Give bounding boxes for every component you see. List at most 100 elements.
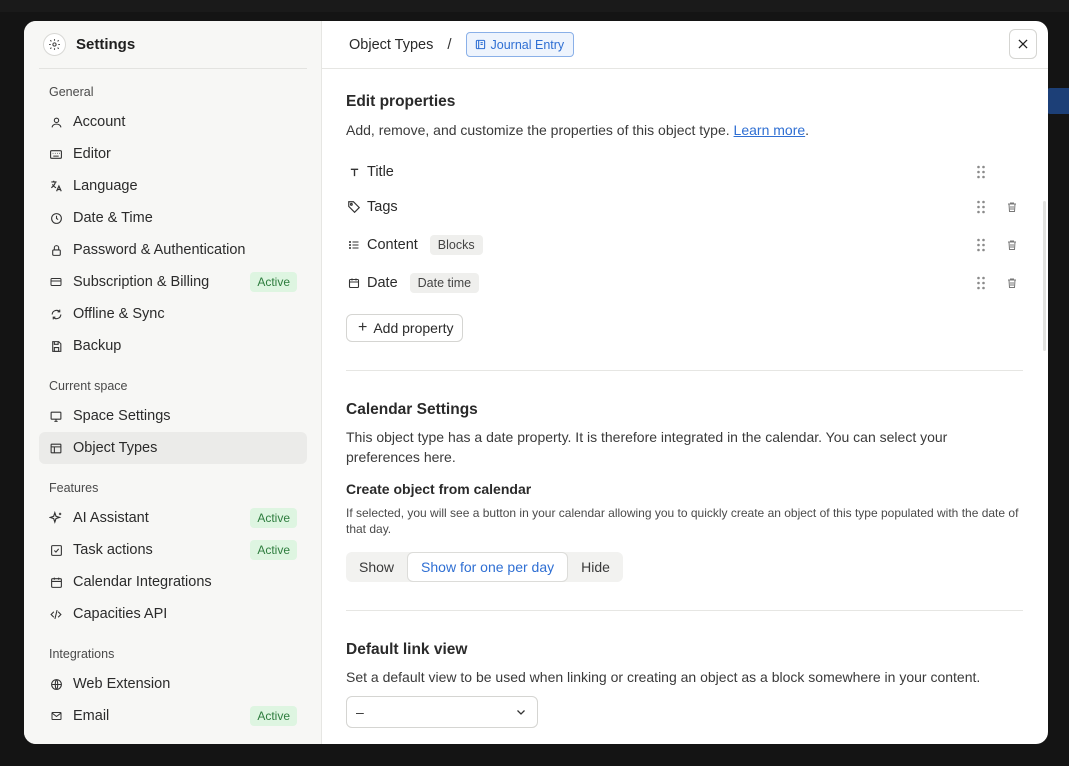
trash-icon[interactable] [1006, 201, 1018, 214]
list-icon [346, 239, 362, 251]
option-show[interactable]: Show [346, 552, 407, 582]
sidebar-item-date-time[interactable]: Date & Time [39, 202, 307, 234]
property-name: Tags [367, 199, 398, 215]
sidebar-item-label: Object Types [73, 440, 158, 456]
add-property-label: Add property [373, 320, 454, 336]
sidebar-item-label: Account [73, 114, 126, 130]
property-name: Date [367, 275, 398, 291]
sidebar-item-ai-assistant[interactable]: AI Assistant Active [39, 502, 307, 534]
status-badge: Active [250, 706, 297, 726]
code-icon [49, 607, 63, 621]
sidebar-item-editor[interactable]: Editor [39, 138, 307, 170]
sidebar-item-calendar-integrations[interactable]: Calendar Integrations [39, 566, 307, 598]
calendar-settings-description: This object type has a date property. It… [346, 429, 948, 465]
sidebar-item-task-actions[interactable]: Task actions Active [39, 534, 307, 566]
sidebar-item-email[interactable]: Email Active [39, 700, 307, 732]
sidebar-item-backup[interactable]: Backup [39, 330, 307, 362]
tag-icon [346, 200, 362, 214]
sidebar-item-language[interactable]: Language [39, 170, 307, 202]
sidebar-item-label: Email [73, 708, 110, 724]
breadcrumb-separator: / [447, 36, 452, 53]
sidebar-item-label: Space Settings [73, 408, 171, 424]
create-from-calendar-title: Create object from calendar [346, 481, 532, 497]
option-show-one-per-day[interactable]: Show for one per day [407, 552, 569, 582]
calendar-icon [346, 277, 362, 289]
create-from-calendar-description: If selected, you will see a button in yo… [346, 506, 1019, 536]
trash-icon[interactable] [1006, 277, 1018, 290]
calendar-display-selector: Show Show for one per day Hide [346, 552, 623, 582]
property-row-title[interactable]: Title [346, 156, 1023, 188]
sidebar-item-offline[interactable]: Offline & Sync [39, 298, 307, 330]
journal-icon [475, 39, 486, 50]
sync-icon [49, 307, 63, 321]
learn-more-link[interactable]: Learn more [734, 122, 806, 138]
sidebar-item-password[interactable]: Password & Authentication [39, 234, 307, 266]
select-value: – [356, 704, 364, 720]
property-row-content[interactable]: Content Blocks [346, 226, 1023, 264]
property-row-tags[interactable]: Tags [346, 188, 1023, 226]
background-topbar [0, 0, 1069, 12]
sidebar-item-label: Offline & Sync [73, 306, 165, 322]
section-general: General [49, 85, 94, 99]
monitor-icon [49, 409, 63, 423]
sidebar-item-object-types[interactable]: Object Types [39, 432, 307, 464]
sidebar-item-label: Subscription & Billing [73, 274, 210, 290]
plus-icon: + [358, 319, 368, 336]
close-icon [1016, 37, 1030, 51]
default-link-view-description: Set a default view to be used when linki… [346, 669, 981, 685]
lock-icon [49, 243, 63, 257]
settings-gear-icon [43, 33, 66, 56]
sidebar-item-label: Task actions [73, 542, 153, 558]
breadcrumb-object-types[interactable]: Object Types [349, 37, 433, 53]
add-property-button[interactable]: + Add property [346, 314, 463, 342]
drag-handle-icon[interactable] [976, 276, 986, 290]
property-type-tag: Date time [409, 273, 480, 293]
sidebar-item-capacities-api[interactable]: Capacities API [39, 598, 307, 630]
option-hide[interactable]: Hide [568, 552, 623, 582]
save-icon [49, 339, 63, 353]
section-current-space: Current space [49, 379, 128, 393]
property-type-tag: Blocks [429, 235, 483, 255]
user-icon [49, 115, 63, 129]
drag-handle-icon[interactable] [976, 238, 986, 252]
sidebar-item-subscription[interactable]: Subscription & Billing Active [39, 266, 307, 298]
sidebar-item-label: Password & Authentication [73, 242, 246, 258]
sidebar-item-label: Web Extension [73, 676, 171, 692]
clock-icon [49, 211, 63, 225]
breadcrumb: Object Types / Journal Entry [322, 21, 1048, 69]
globe-icon [49, 677, 63, 691]
sidebar-item-account[interactable]: Account [39, 106, 307, 138]
property-row-date[interactable]: Date Date time [346, 264, 1023, 302]
settings-content: Edit properties Add, remove, and customi… [346, 69, 1023, 728]
mail-icon [49, 709, 63, 723]
scrollbar[interactable] [1043, 201, 1046, 351]
object-type-label: Journal Entry [490, 37, 565, 52]
sidebar-item-label: Date & Time [73, 210, 153, 226]
section-divider [346, 610, 1023, 611]
settings-main: Object Types / Journal Entry Edit proper… [322, 21, 1048, 744]
status-badge: Active [250, 272, 297, 292]
settings-sidebar: Settings General Account Editor Language… [24, 21, 322, 744]
property-list: Title Tags Content Blocks Date Date time [346, 156, 1023, 302]
background-button [1047, 88, 1069, 114]
drag-handle-icon[interactable] [976, 165, 986, 179]
drag-handle-icon[interactable] [976, 200, 986, 214]
layout-icon [49, 441, 63, 455]
trash-icon[interactable] [1006, 239, 1018, 252]
checkbox-icon [49, 543, 63, 557]
close-button[interactable] [1009, 29, 1037, 59]
sidebar-title: Settings [76, 36, 136, 53]
section-integrations: Integrations [49, 647, 115, 661]
sidebar-item-label: Language [73, 178, 138, 194]
object-type-chip[interactable]: Journal Entry [465, 32, 575, 57]
default-link-view-select[interactable]: – [346, 696, 538, 728]
edit-properties-title: Edit properties [346, 93, 456, 110]
translate-icon [49, 179, 63, 193]
section-features: Features [49, 481, 99, 495]
status-badge: Active [250, 508, 297, 528]
property-name: Title [367, 164, 394, 180]
edit-properties-description: Add, remove, and customize the propertie… [346, 122, 810, 138]
sidebar-item-space-settings[interactable]: Space Settings [39, 400, 307, 432]
sidebar-item-web-extension[interactable]: Web Extension [39, 668, 307, 700]
calendar-icon [49, 575, 63, 589]
